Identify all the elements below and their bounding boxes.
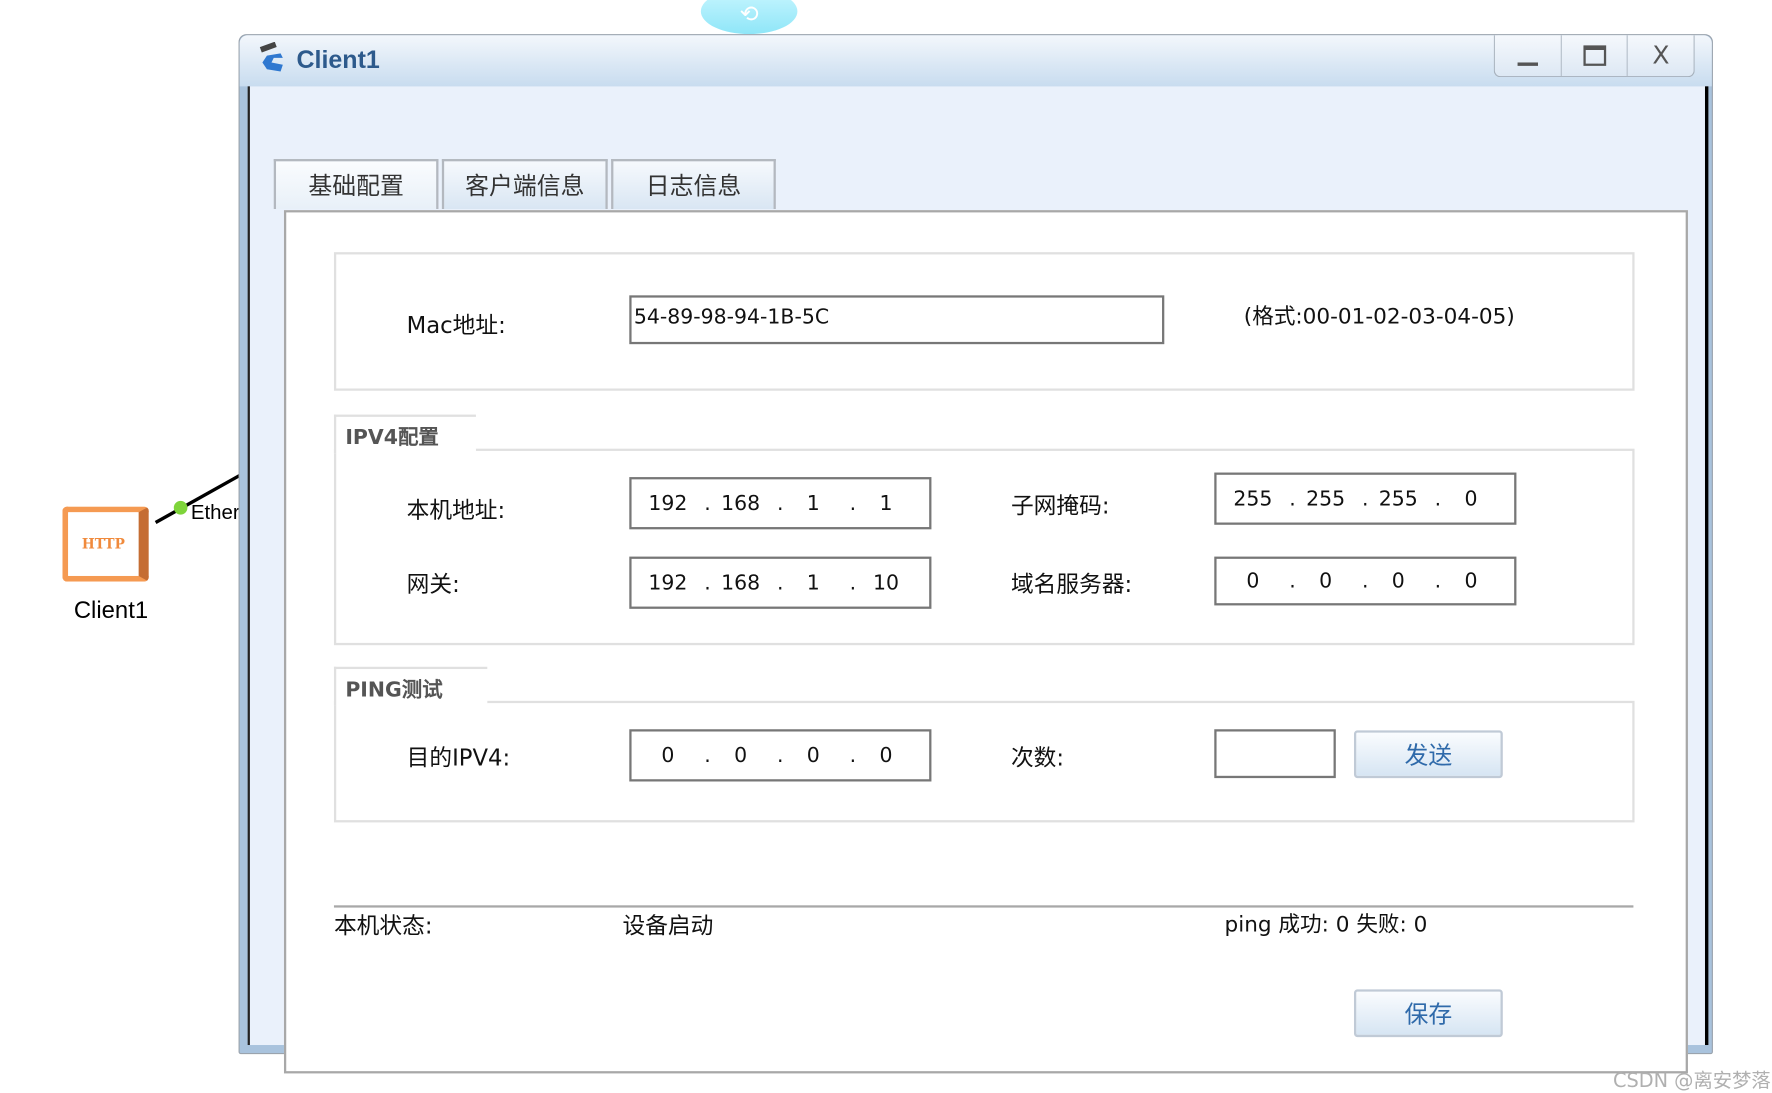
gateway-label: 网关: (406, 570, 460, 598)
dns-input[interactable]: 0. 0. 0. 0 (1214, 556, 1517, 606)
close-button[interactable]: X (1628, 35, 1694, 76)
octet: 0 (661, 743, 675, 768)
dns-label: 域名服务器: (1010, 570, 1133, 598)
dest-ip-label: 目的IPV4: (406, 744, 511, 772)
window-title: Client1 (296, 45, 380, 74)
gateway-input[interactable]: 192. 168. 1. 10 (629, 556, 932, 609)
ipv4-legend: IPV4配置 (333, 414, 476, 454)
close-icon: X (1652, 41, 1670, 70)
ping-legend: PING测试 (333, 666, 488, 706)
link-label: Ether (190, 500, 239, 524)
subnet-mask-input[interactable]: 255. 255. 255. 0 (1214, 472, 1517, 525)
octet: 0 (1246, 569, 1260, 593)
tab-log-info[interactable]: 日志信息 (611, 159, 776, 210)
watermark: CSDN @离安梦落 (1612, 1070, 1771, 1093)
basic-config-panel: Mac地址: 54-89-98-94-1B-5C (格式:00-01-02-03… (283, 210, 1688, 1074)
save-button[interactable]: 保存 (1353, 989, 1503, 1038)
count-input[interactable] (1214, 729, 1336, 779)
client-icon-text: HTTP (81, 536, 125, 553)
octet: 0 (879, 743, 893, 768)
title-bar[interactable]: Client1 X (239, 35, 1712, 87)
octet: 10 (872, 570, 900, 595)
status-divider (333, 905, 1634, 908)
octet: 255 (1233, 486, 1273, 511)
local-ip-input[interactable]: 192. 168. 1. 1 (629, 477, 932, 530)
octet: 0 (1464, 486, 1478, 511)
octet: 1 (806, 491, 820, 516)
octet: 1 (806, 570, 820, 595)
link-status-dot (173, 500, 188, 515)
app-icon (259, 42, 283, 72)
status-label: 本机状态: (333, 912, 433, 940)
minimize-button[interactable] (1495, 35, 1562, 77)
ping-result: ping 成功: 0 失败: 0 (1224, 912, 1428, 938)
octet: 168 (721, 570, 761, 595)
router-icon[interactable]: ⟲ (700, 0, 798, 35)
octet: 0 (1391, 569, 1405, 593)
client-label: Client1 (73, 597, 149, 624)
http-client-icon[interactable]: HTTP (62, 506, 149, 582)
octet: 0 (734, 743, 748, 768)
count-label: 次数: (1010, 744, 1065, 772)
status-value: 设备启动 (622, 912, 714, 940)
local-ip-label: 本机地址: (406, 496, 506, 524)
tab-client-info[interactable]: 客户端信息 (441, 159, 608, 210)
octet: 0 (806, 743, 820, 768)
octet: 192 (648, 491, 688, 516)
octet: 168 (721, 491, 761, 516)
mac-label: Mac地址: (406, 311, 506, 339)
octet: 0 (1464, 569, 1478, 593)
subnet-mask-label: 子网掩码: (1010, 491, 1110, 520)
maximize-icon (1582, 45, 1606, 66)
octet: 1 (879, 491, 893, 516)
dest-ip-input[interactable]: 0. 0. 0. 0 (629, 729, 932, 782)
window-body: 基础配置 客户端信息 日志信息 Mac地址: 54-89-98-94-1B-5C… (247, 86, 1709, 1074)
window-controls: X (1493, 35, 1695, 78)
octet: 255 (1378, 486, 1418, 511)
client-config-window: Client1 X 基础配置 客户端信息 日志信息 Mac地址: 54-89-9… (238, 34, 1713, 1074)
octet: 255 (1306, 486, 1346, 511)
mac-format-hint: (格式:00-01-02-03-04-05) (1243, 304, 1515, 330)
mac-input[interactable]: 54-89-98-94-1B-5C (629, 295, 1165, 345)
minimize-icon (1517, 61, 1538, 66)
octet: 0 (1319, 569, 1333, 593)
tab-basic-config[interactable]: 基础配置 (273, 159, 439, 210)
octet: 192 (648, 570, 688, 595)
maximize-button[interactable] (1561, 35, 1629, 77)
send-button[interactable]: 发送 (1353, 730, 1503, 779)
